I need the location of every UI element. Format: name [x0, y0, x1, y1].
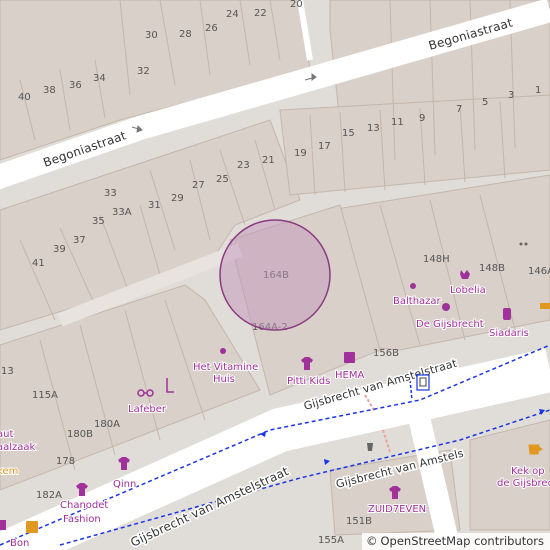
svg-text:156B: 156B	[373, 348, 399, 359]
poi-lafeber[interactable]: Lafeber	[127, 403, 168, 416]
hema-shop-icon[interactable]	[344, 352, 355, 363]
svg-text:115A: 115A	[32, 390, 58, 401]
svg-text:24: 24	[226, 9, 239, 20]
siadaris-bottle-icon[interactable]	[503, 308, 511, 320]
poi-dot	[519, 242, 523, 246]
map-svg[interactable]: 20 24 22 30 28 26 32 40 38 36 34 7 5 3 1…	[0, 0, 550, 550]
poi-het-vitamine-huis-line1[interactable]: Het Vitamine	[192, 361, 259, 374]
svg-text:36: 36	[69, 80, 82, 91]
svg-text:148B: 148B	[479, 263, 505, 274]
poi-chanodet-line2[interactable]: Fashion	[62, 513, 102, 526]
svg-text:34: 34	[93, 73, 106, 84]
poi-kek-line2[interactable]: de Gijsbrecht	[496, 477, 550, 490]
svg-text:32: 32	[137, 66, 150, 77]
svg-text:9: 9	[419, 113, 425, 124]
qinn-shirt-icon[interactable]	[118, 457, 130, 470]
svg-text:178: 178	[56, 456, 75, 467]
poi-dot	[524, 242, 528, 246]
poi-de-gijsbrecht[interactable]: De Gijsbrecht	[415, 318, 485, 331]
svg-text:26: 26	[205, 23, 218, 34]
poi-chanodet-line1[interactable]: Chanodet	[59, 499, 109, 512]
poi-pitti-kids[interactable]: Pitti Kids	[286, 375, 331, 388]
svg-text:20: 20	[290, 0, 303, 10]
svg-text:31: 31	[148, 200, 161, 211]
svg-text:151B: 151B	[346, 516, 372, 527]
poi-zuid7even[interactable]: ZUID7EVEN	[367, 503, 427, 516]
bon-cup-icon[interactable]	[26, 521, 38, 533]
svg-text:13: 13	[367, 123, 380, 134]
svg-text:33A: 33A	[112, 207, 132, 218]
de-gijsbrecht-apple-icon[interactable]	[442, 303, 450, 311]
svg-text:37: 37	[73, 235, 86, 246]
poi-bon[interactable]: Bon	[9, 537, 30, 550]
svg-text:148H: 148H	[423, 254, 450, 265]
svg-text:41: 41	[32, 258, 45, 269]
svg-text:27: 27	[192, 180, 205, 191]
svg-text:180A: 180A	[94, 419, 120, 430]
poi-balthazar[interactable]: Balthazar	[392, 295, 443, 308]
poi-hema[interactable]: HEMA	[334, 369, 365, 382]
svg-text:23: 23	[237, 160, 250, 171]
poi-het-vitamine-huis-line2[interactable]: Huis	[212, 373, 236, 386]
svg-text:29: 29	[171, 193, 184, 204]
copyright-icon: ©	[365, 534, 378, 548]
waste-basket-icon	[367, 443, 373, 451]
svg-text:17: 17	[318, 141, 331, 152]
svg-text:28: 28	[179, 29, 192, 40]
attribution: © OpenStreetMap contributors	[361, 533, 550, 550]
svg-text:146A: 146A	[528, 266, 550, 277]
balthazar-dot-icon[interactable]	[410, 283, 416, 289]
svg-text:155A: 155A	[318, 535, 344, 546]
svg-text:11: 11	[391, 117, 404, 128]
location-marker-circle[interactable]	[219, 219, 331, 331]
poi-kek-line1[interactable]: Kek op	[510, 465, 546, 478]
svg-text:21: 21	[262, 155, 275, 166]
svg-text:25: 25	[216, 174, 229, 185]
shirt-partial-icon	[0, 520, 6, 530]
svg-text:35: 35	[92, 216, 105, 227]
poi-aalzaak[interactable]: aalzaak	[0, 441, 37, 454]
poi-kem[interactable]: kem	[0, 465, 19, 478]
poi-aut[interactable]: aut	[0, 428, 14, 441]
svg-text:13: 13	[1, 366, 14, 377]
bus-stop-icon[interactable]	[416, 374, 430, 391]
svg-text:33: 33	[104, 188, 117, 199]
map-canvas[interactable]: 20 24 22 30 28 26 32 40 38 36 34 7 5 3 1…	[0, 0, 550, 550]
svg-text:22: 22	[254, 8, 267, 19]
svg-text:182A: 182A	[36, 490, 62, 501]
het-vitamine-huis-dot-icon[interactable]	[220, 348, 226, 354]
svg-text:30: 30	[145, 30, 158, 41]
svg-text:7: 7	[456, 104, 462, 115]
svg-text:39: 39	[53, 244, 66, 255]
svg-text:40: 40	[18, 92, 31, 103]
attribution-link[interactable]: OpenStreetMap contributors	[380, 534, 544, 548]
svg-text:180B: 180B	[67, 429, 93, 440]
footway-crossing-2	[382, 429, 391, 453]
svg-text:1: 1	[535, 85, 541, 96]
svg-text:3: 3	[508, 90, 514, 101]
poi-qinn[interactable]: Qinn	[112, 478, 137, 491]
poi-siadaris[interactable]: Siadaris	[488, 327, 530, 340]
burger-icon	[540, 303, 550, 309]
svg-text:38: 38	[43, 85, 56, 96]
svg-text:15: 15	[342, 128, 355, 139]
poi-lobelia[interactable]: Lobelia	[449, 284, 487, 297]
svg-text:19: 19	[294, 148, 307, 159]
svg-text:5: 5	[482, 97, 488, 108]
